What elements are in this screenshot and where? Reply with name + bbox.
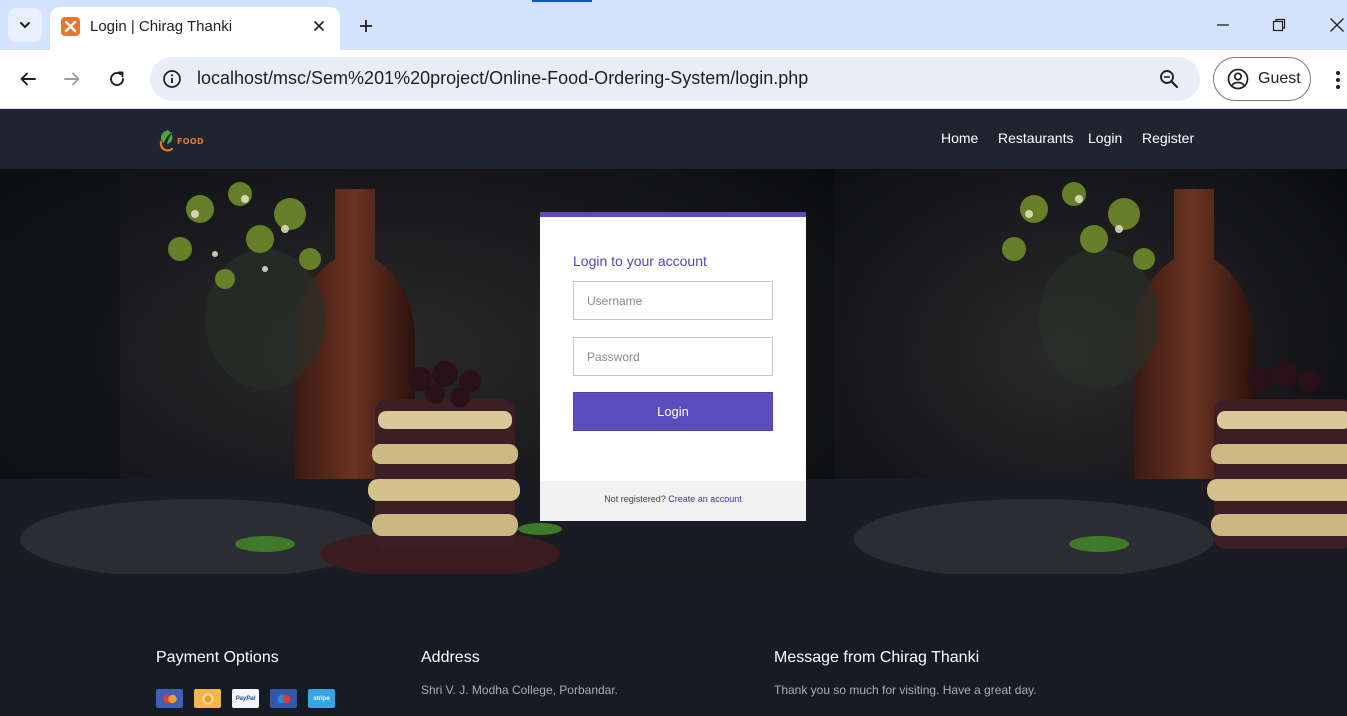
nav-login[interactable]: Login: [1088, 130, 1122, 146]
maestro-icon: [270, 689, 297, 708]
paypal-icon: PayPal: [232, 689, 259, 708]
site-header: FOOD Home Restaurants Login Register: [0, 109, 1347, 169]
stripe-icon: stripe: [308, 689, 335, 708]
tab-search-button[interactable]: [8, 8, 42, 42]
url-text[interactable]: localhost/msc/Sem%201%20project/Online-F…: [197, 68, 808, 89]
new-tab-plus-icon[interactable]: [352, 12, 380, 40]
create-account-link[interactable]: Create an account: [668, 494, 742, 504]
address-text: Shri V. J. Modha College, Porbandar.: [421, 683, 619, 697]
xampp-favicon-icon: [61, 17, 80, 36]
login-card: Login to your account Login Not register…: [540, 212, 806, 521]
stripe-text: stripe: [313, 695, 330, 702]
dessert-photo-right: [834, 169, 1347, 574]
close-tab-icon[interactable]: [308, 15, 330, 37]
nav-home[interactable]: Home: [941, 130, 978, 146]
login-button[interactable]: Login: [573, 392, 773, 431]
nav-register[interactable]: Register: [1142, 130, 1194, 146]
address-heading: Address: [421, 649, 480, 666]
more-menu-icon[interactable]: [1326, 65, 1347, 95]
site-logo[interactable]: FOOD: [156, 126, 204, 154]
zoom-icon[interactable]: [1157, 67, 1181, 91]
password-input[interactable]: [573, 337, 773, 376]
site-footer: Payment Options PayPal stripe Address Sh…: [0, 574, 1347, 716]
tab-title: Login | Chirag Thanki: [90, 18, 233, 35]
message-text: Thank you so much for visiting. Have a g…: [774, 683, 1037, 697]
profile-button[interactable]: Guest: [1213, 57, 1311, 101]
logo-text: FOOD: [177, 137, 204, 146]
message-heading: Message from Chirag Thanki: [774, 649, 980, 666]
paypal-text: PayPal: [235, 695, 256, 702]
browser-toolbar: localhost/msc/Sem%201%20project/Online-F…: [0, 50, 1347, 109]
bitcoin-icon: [194, 689, 221, 708]
forward-arrow-icon[interactable]: [56, 63, 88, 95]
reload-icon[interactable]: [101, 63, 133, 95]
login-card-footer: Not registered? Create an account: [540, 481, 806, 521]
not-registered-text: Not registered?: [604, 494, 666, 504]
profile-label: Guest: [1258, 70, 1301, 87]
payment-options-heading: Payment Options: [156, 649, 279, 666]
chevron-down-icon: [20, 22, 30, 29]
account-circle-icon: [1227, 68, 1249, 90]
address-bar[interactable]: localhost/msc/Sem%201%20project/Online-F…: [150, 57, 1200, 101]
close-window-icon[interactable]: [1322, 10, 1347, 40]
browser-tab-strip: Login | Chirag Thanki: [0, 0, 1347, 50]
site-info-icon[interactable]: [160, 67, 184, 91]
minimize-window-icon[interactable]: [1208, 10, 1238, 40]
nav-restaurants[interactable]: Restaurants: [998, 130, 1073, 146]
browser-tab-active[interactable]: Login | Chirag Thanki: [50, 7, 340, 50]
login-title: Login to your account: [573, 253, 707, 269]
restore-window-icon[interactable]: [1264, 10, 1294, 40]
mastercard-icon: [156, 689, 183, 708]
username-input[interactable]: [573, 281, 773, 320]
tab-strip-accent: [532, 0, 592, 2]
back-arrow-icon[interactable]: [12, 63, 44, 95]
